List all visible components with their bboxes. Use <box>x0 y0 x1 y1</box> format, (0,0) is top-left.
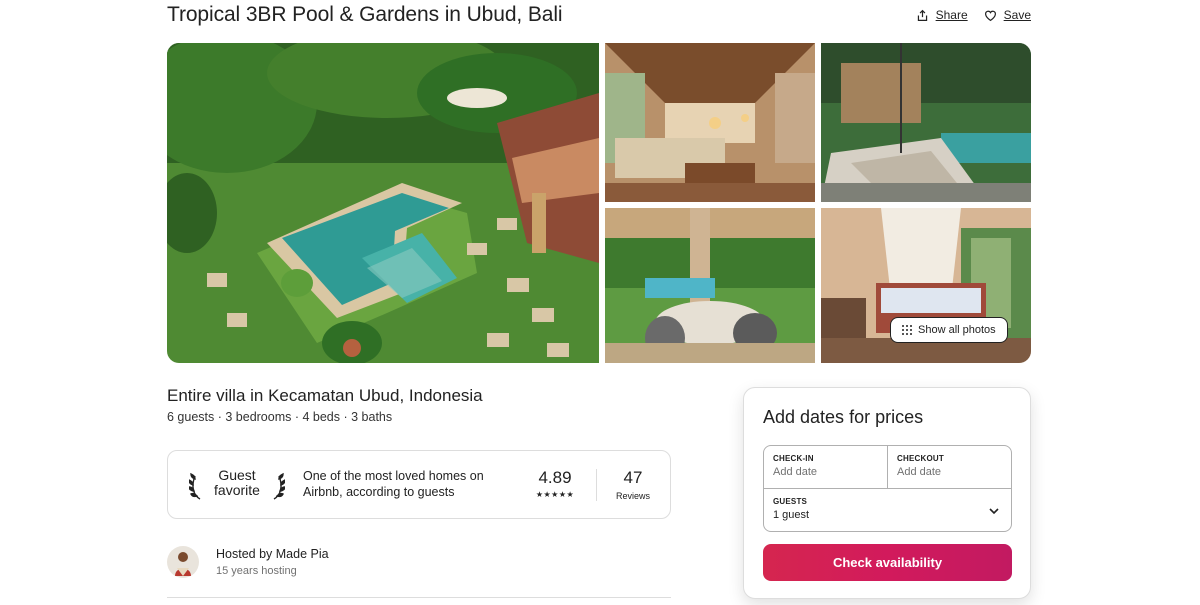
checkin-label: CHECK-IN <box>773 454 814 463</box>
guests-value: 1 guest <box>773 509 810 521</box>
checkout-label: CHECKOUT <box>897 454 944 463</box>
reviews-label: Reviews <box>615 491 650 501</box>
listing-title: Tropical 3BR Pool & Gardens in Ubud, Bal… <box>167 3 563 26</box>
chevron-down-icon <box>989 508 999 515</box>
badge-line-2: favorite <box>214 482 260 498</box>
reviews-link[interactable]: 47 Reviews <box>608 468 658 501</box>
dining-terrace-photo[interactable] <box>605 208 815 363</box>
guest-favorite-card[interactable]: Guest favorite One of the most loved hom… <box>167 450 671 519</box>
rating-value: 4.89 <box>538 468 572 487</box>
share-button[interactable]: Share <box>916 8 968 22</box>
guest-favorite-description: One of the most loved homes on Airbnb, a… <box>303 469 484 499</box>
show-all-photos-button[interactable]: Show all photos <box>890 317 1008 343</box>
living-room-photo[interactable] <box>605 43 815 202</box>
pool-lounger-photo[interactable] <box>821 43 1031 202</box>
top-actions: Share Save <box>916 8 1031 22</box>
checkout-field[interactable]: CHECKOUT Add date <box>888 446 1012 489</box>
booking-title: Add dates for prices <box>763 407 924 427</box>
grid-dots-icon <box>902 325 912 335</box>
laurel-right-icon <box>273 472 285 500</box>
guests-label: GUESTS <box>773 497 808 506</box>
checkout-value: Add date <box>897 466 942 478</box>
guest-favorite-badge: Guest favorite <box>206 468 268 498</box>
heart-icon <box>984 10 996 21</box>
listing-subtitle: Entire villa in Kecamatan Ubud, Indonesi… <box>167 386 483 405</box>
laurel-left-icon <box>189 472 201 500</box>
pool-garden-photo[interactable] <box>167 43 599 363</box>
host-avatar[interactable] <box>167 546 199 578</box>
photo-gallery <box>167 43 1031 363</box>
guests-select[interactable]: GUESTS 1 guest <box>764 489 1012 532</box>
share-icon <box>917 9 927 21</box>
rating-stars: ★★★★★ <box>535 490 575 499</box>
check-availability-button[interactable]: Check availability <box>763 544 1012 581</box>
share-label: Share <box>935 8 968 22</box>
host-name: Hosted by Made Pia <box>216 547 329 561</box>
save-label: Save <box>1003 8 1031 22</box>
booking-card: Add dates for prices CHECK-IN Add date C… <box>743 387 1031 599</box>
date-guest-picker: CHECK-IN Add date CHECKOUT Add date GUES… <box>763 445 1012 532</box>
divider <box>596 469 597 501</box>
badge-line-1: Guest <box>218 467 256 483</box>
listing-details: 6 guests · 3 bedrooms · 4 beds · 3 baths <box>167 410 393 424</box>
show-all-photos-label: Show all photos <box>918 324 996 336</box>
host-years: 15 years hosting <box>216 565 297 577</box>
section-divider <box>167 597 671 598</box>
save-button[interactable]: Save <box>984 8 1031 22</box>
rating-block: 4.89 ★★★★★ <box>530 468 580 499</box>
checkin-value: Add date <box>773 466 818 478</box>
checkin-field[interactable]: CHECK-IN Add date <box>764 446 888 489</box>
reviews-count: 47 <box>623 468 643 487</box>
